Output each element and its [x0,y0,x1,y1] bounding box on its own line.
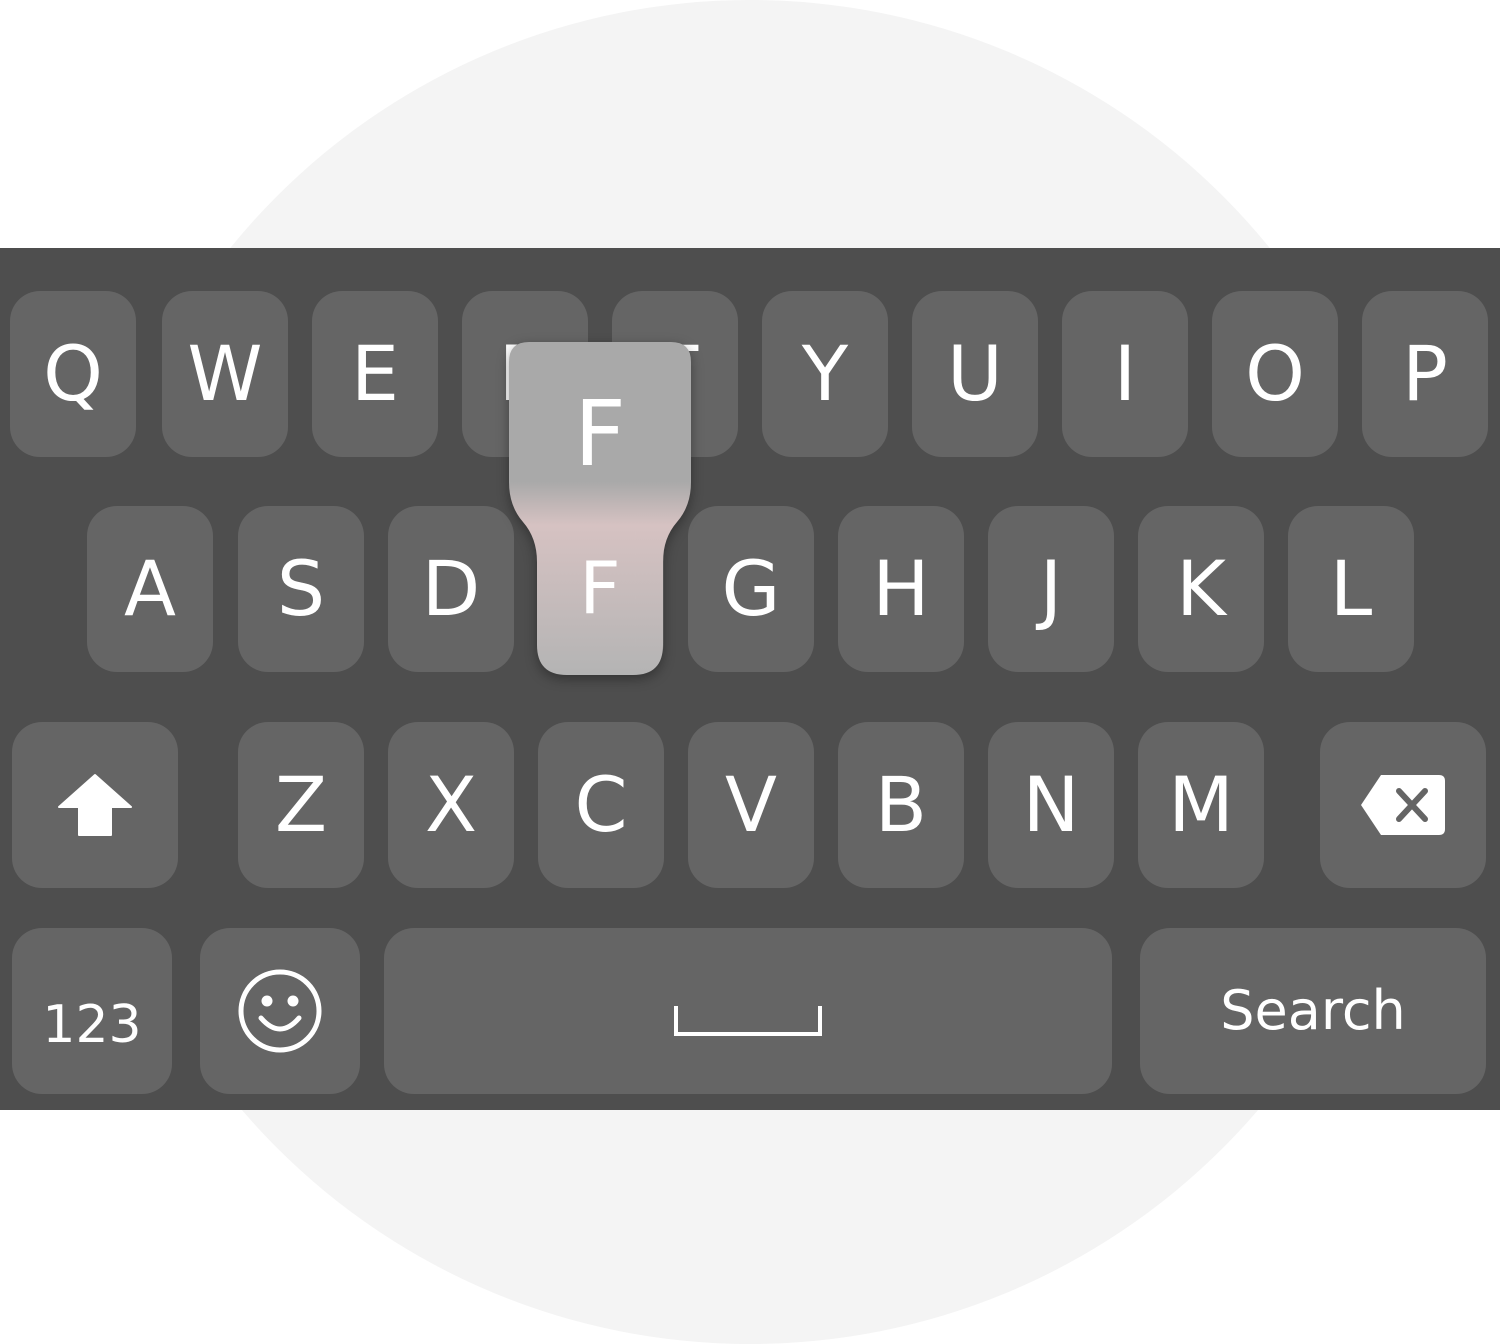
key-label: D [421,544,481,633]
key-label: L [1329,544,1373,633]
key-label: M [1168,760,1234,849]
key-u[interactable]: U [912,291,1038,457]
key-label: W [187,329,263,418]
key-c[interactable]: C [538,722,664,888]
key-label: O [1245,329,1305,418]
key-r[interactable]: R [462,291,588,457]
key-label: X [424,760,478,849]
key-label: C [574,760,628,849]
key-t[interactable]: T [612,291,738,457]
key-o[interactable]: O [1212,291,1338,457]
key-label: Q [43,329,103,418]
key-l[interactable]: L [1288,506,1414,672]
key-f[interactable]: F [538,506,664,672]
search-key[interactable]: Search [1140,928,1486,1094]
key-y[interactable]: Y [762,291,888,457]
key-g[interactable]: G [688,506,814,672]
key-label: Y [801,329,849,418]
on-screen-keyboard: Q W E R T Y U I O P A S D F G H J K L Z … [0,248,1500,1110]
numbers-key[interactable]: 123 [12,928,172,1094]
key-label: A [124,544,176,633]
key-n[interactable]: N [988,722,1114,888]
key-label: J [1039,544,1063,633]
backspace-icon [1361,775,1445,835]
key-w[interactable]: W [162,291,288,457]
key-label: T [651,329,699,418]
key-q[interactable]: Q [10,291,136,457]
space-key[interactable] [384,928,1112,1094]
shift-arrow-icon [58,774,132,836]
key-a[interactable]: A [87,506,213,672]
search-key-label: Search [1220,979,1406,1042]
key-x[interactable]: X [388,722,514,888]
key-label: K [1176,544,1226,633]
key-label: V [725,760,777,849]
key-b[interactable]: B [838,722,964,888]
key-p[interactable]: P [1362,291,1488,457]
key-label: F [579,544,623,633]
key-label: N [1022,760,1080,849]
key-i[interactable]: I [1062,291,1188,457]
key-h[interactable]: H [838,506,964,672]
shift-key[interactable] [12,722,178,888]
backspace-key[interactable] [1320,722,1486,888]
key-j[interactable]: J [988,506,1114,672]
key-label: Z [274,760,328,849]
key-s[interactable]: S [238,506,364,672]
key-z[interactable]: Z [238,722,364,888]
key-label: P [1402,329,1448,418]
key-label: E [350,329,400,418]
key-label: I [1113,329,1137,418]
key-d[interactable]: D [388,506,514,672]
smiley-icon [238,969,322,1053]
key-label: G [721,544,781,633]
key-label: S [276,544,326,633]
key-label: U [947,329,1003,418]
key-v[interactable]: V [688,722,814,888]
key-m[interactable]: M [1138,722,1264,888]
key-e[interactable]: E [312,291,438,457]
key-k[interactable]: K [1138,506,1264,672]
numbers-key-label: 123 [42,995,142,1055]
key-label: B [874,760,928,849]
key-label: H [872,544,930,633]
key-label: R [498,329,552,418]
space-bar-icon [674,1006,822,1036]
emoji-key[interactable] [200,928,360,1094]
